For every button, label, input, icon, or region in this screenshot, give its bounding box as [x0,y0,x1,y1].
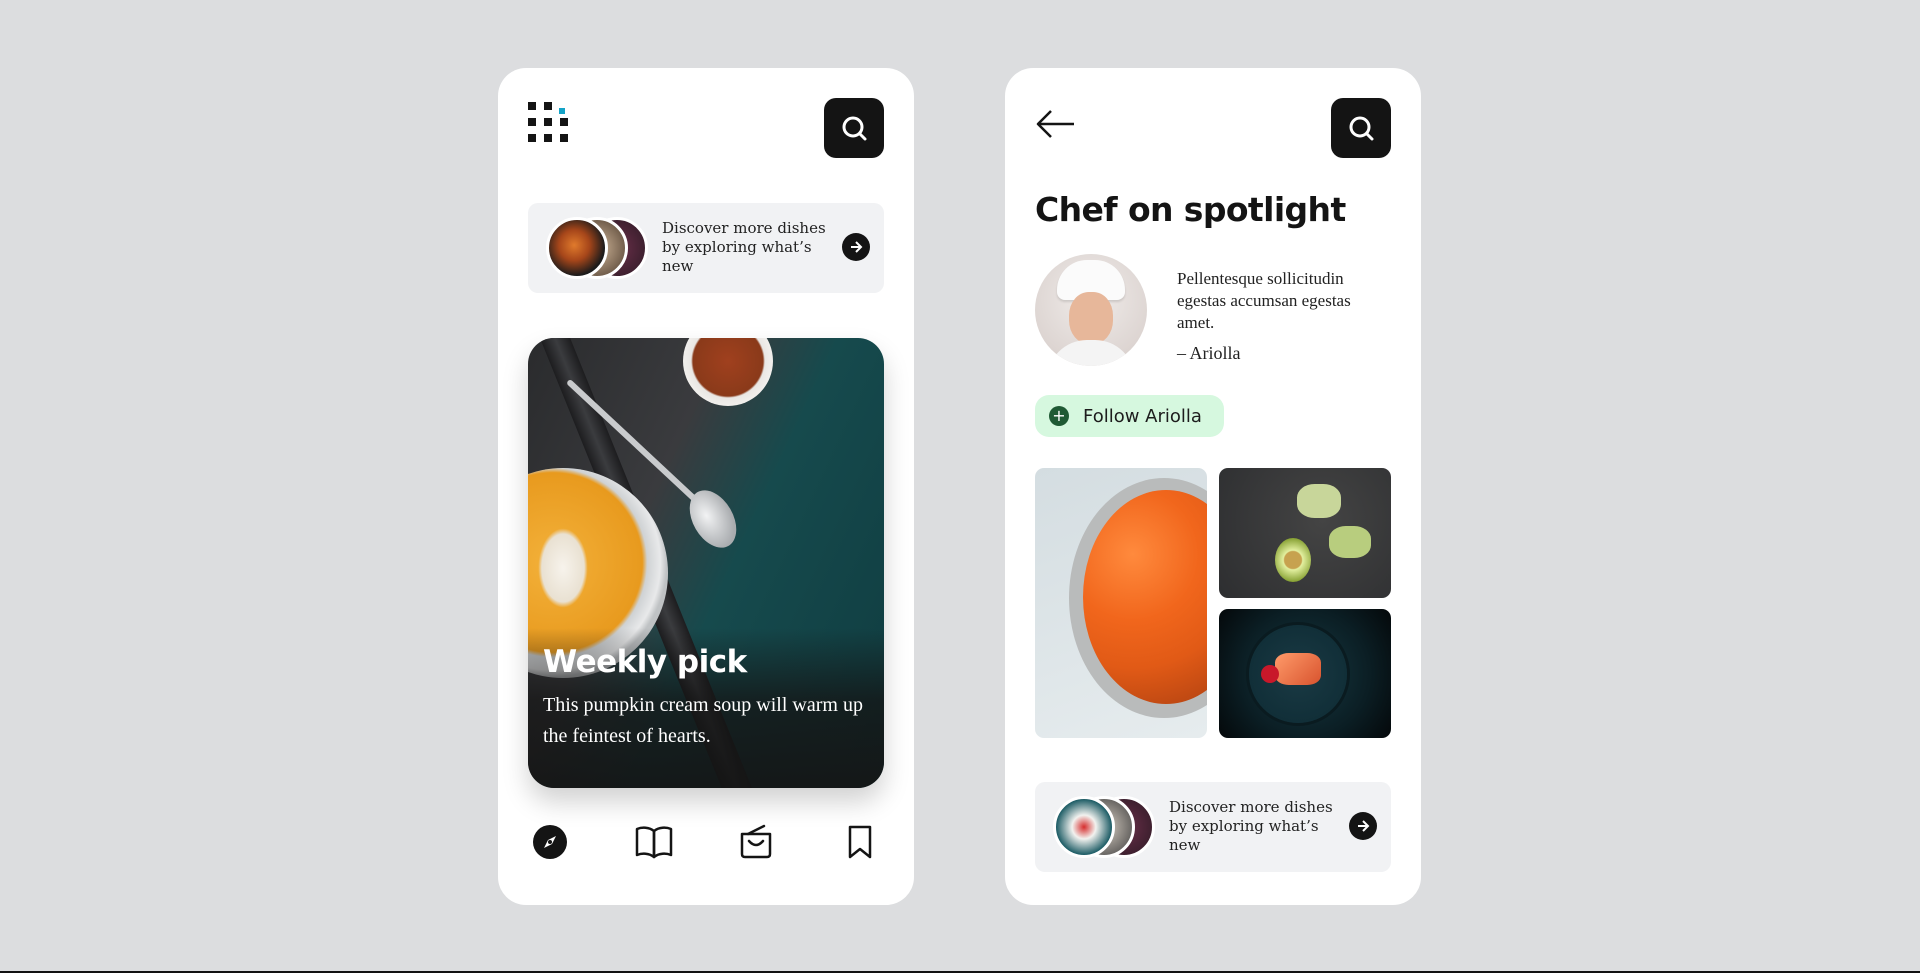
discover-arrow-button[interactable] [842,233,870,261]
book-open-icon [635,826,673,859]
menu-grid-icon[interactable] [528,102,576,150]
salmon-plate-photo[interactable] [1219,609,1391,738]
discover-banner[interactable]: Discover more dishes by exploring what’s… [528,203,884,293]
arrow-right-icon [851,241,863,253]
bookmark-icon [848,825,872,859]
discover-arrow-button[interactable] [1349,812,1377,840]
discover-banner[interactable]: Discover more dishes by exploring what’s… [1035,782,1391,872]
follow-button[interactable]: + Follow Ariolla [1035,395,1224,437]
home-screen: Discover more dishes by exploring what’s… [498,68,914,905]
card-title: Weekly pick [543,644,747,680]
weekly-pick-card[interactable]: Weekly pick This pumpkin cream soup will… [528,338,884,788]
shopping-bag-icon [740,824,772,859]
search-icon [1349,116,1374,141]
compass-icon [533,825,567,859]
nav-explore[interactable] [528,820,572,864]
search-button[interactable] [1331,98,1391,158]
search-icon [842,116,867,141]
discover-text: Discover more dishes by exploring what’s… [1169,798,1333,854]
nav-shop[interactable] [734,820,778,864]
nav-recipes[interactable] [632,820,676,864]
chef-avatar[interactable] [1035,254,1147,366]
discover-text: Discover more dishes by exploring what’s… [662,219,826,275]
bottom-nav [528,820,884,864]
search-button[interactable] [824,98,884,158]
chef-quote-author: – Ariolla [1177,343,1241,363]
dish-avatars [1053,796,1155,858]
card-description: This pumpkin cream soup will warm up the… [543,694,863,747]
arrow-right-icon [1358,820,1370,832]
plus-icon: + [1049,406,1069,426]
dish-avatars [546,217,648,279]
page-title: Chef on spotlight [1035,190,1346,229]
avocado-toast-photo[interactable] [1219,468,1391,598]
carrot-salad-photo[interactable] [1035,468,1207,738]
follow-button-label: Follow Ariolla [1083,405,1202,427]
chef-screen: Chef on spotlight Pellentesque sollicitu… [1005,68,1421,905]
nav-saved[interactable] [838,820,882,864]
chef-quote: Pellentesque sollicitudin egestas accums… [1177,269,1351,332]
back-arrow-icon[interactable] [1035,108,1075,140]
